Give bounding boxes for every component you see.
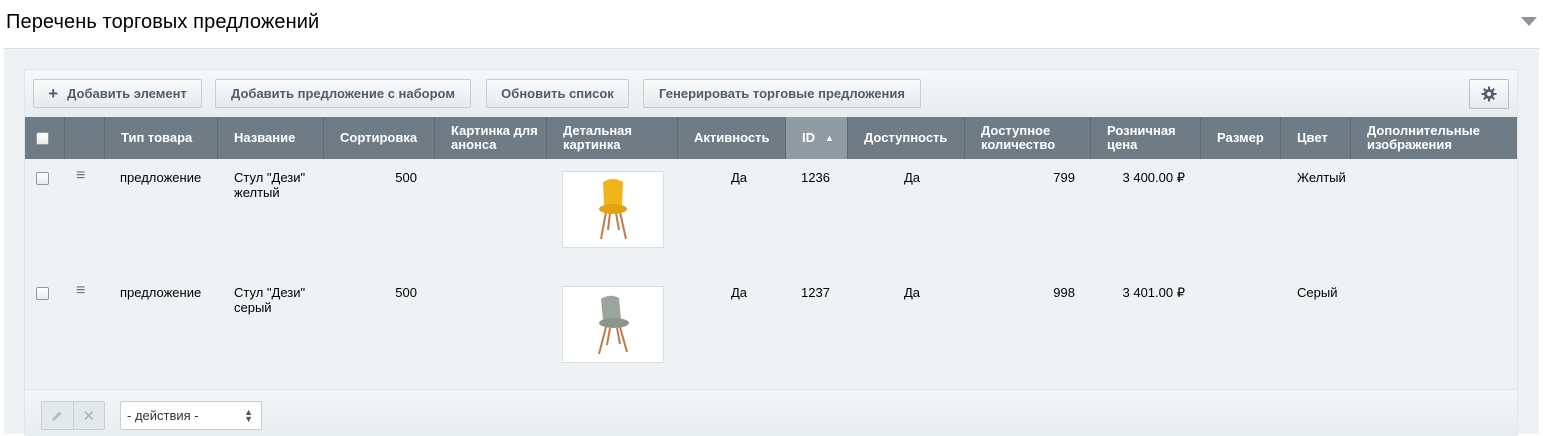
grid-footer: ✕ - действия - ▲ ▼	[25, 389, 1517, 436]
offers-grid: + Добавить элемент Добавить предложение …	[24, 69, 1518, 436]
table-row[interactable]: ≡ предложение Стул "Дези" серый 500 Да 1…	[25, 274, 1517, 389]
cell-quantity: 799	[1053, 170, 1075, 185]
cell-quantity: 998	[1053, 285, 1075, 300]
generate-offers-button[interactable]: Генерировать торговые предложения	[643, 79, 921, 108]
cell-sort: 500	[395, 170, 417, 185]
select-all-cell	[25, 117, 65, 159]
gear-icon	[1481, 86, 1497, 102]
column-header-availability[interactable]: Доступность	[848, 117, 965, 159]
cell-name[interactable]: Стул "Дези" серый	[234, 285, 314, 315]
grid-settings-button[interactable]	[1469, 79, 1509, 109]
add-element-label: Добавить элемент	[67, 86, 187, 101]
column-header-active[interactable]: Активность	[678, 117, 786, 159]
cell-price: 3 401.00 ₽	[1122, 285, 1186, 300]
refresh-list-button[interactable]: Обновить список	[486, 79, 629, 108]
pencil-icon	[52, 411, 62, 421]
column-header-sort[interactable]: Сортировка	[324, 117, 435, 159]
column-header-name[interactable]: Название	[218, 117, 324, 159]
actions-select[interactable]: - действия - ▲ ▼	[120, 401, 262, 430]
column-header-size[interactable]: Размер	[1201, 117, 1281, 159]
cell-active: Да	[731, 170, 748, 185]
group-actions: ✕	[41, 401, 105, 430]
column-header-extra-images[interactable]: Дополнительные изображения	[1351, 117, 1517, 159]
table-row[interactable]: ≡ предложение Стул "Дези" желтый 500 Да …	[25, 159, 1517, 274]
offers-panel: + Добавить элемент Добавить предложение …	[4, 48, 1539, 436]
detail-image-thumbnail[interactable]	[562, 286, 664, 363]
row-checkbox[interactable]	[36, 172, 49, 185]
cell-color: Серый	[1297, 285, 1338, 300]
add-element-button[interactable]: + Добавить элемент	[33, 79, 202, 108]
delete-button[interactable]: ✕	[74, 402, 105, 429]
cell-sort: 500	[395, 285, 417, 300]
collapse-triangle-icon[interactable]	[1521, 17, 1537, 26]
cell-type: предложение	[120, 170, 202, 185]
page-title: Перечень торговых предложений	[6, 11, 320, 33]
column-header-color[interactable]: Цвет	[1281, 117, 1351, 159]
column-header-id[interactable]: ID ▲	[786, 117, 848, 159]
select-all-checkbox[interactable]	[36, 131, 49, 145]
row-checkbox[interactable]	[36, 287, 49, 300]
add-offer-with-set-button[interactable]: Добавить предложение с набором	[215, 79, 471, 108]
drag-column-header	[65, 117, 105, 159]
cell-availability: Да	[904, 170, 921, 185]
edit-button[interactable]	[42, 402, 74, 429]
cell-availability: Да	[904, 285, 921, 300]
close-icon: ✕	[82, 407, 96, 425]
plus-icon: +	[48, 83, 59, 103]
column-header-detail-image[interactable]: Детальная картинка	[547, 117, 678, 159]
detail-image-thumbnail[interactable]	[562, 171, 664, 248]
cell-active: Да	[731, 285, 748, 300]
cell-id: 1236	[801, 170, 830, 185]
column-header-price[interactable]: Розничная цена	[1091, 117, 1201, 159]
row-menu-icon[interactable]: ≡	[76, 168, 85, 184]
cell-id: 1237	[801, 285, 830, 300]
sort-ascending-icon: ▲	[825, 133, 834, 143]
column-header-preview-image[interactable]: Картинка для анонса	[435, 117, 547, 159]
chair-image	[599, 179, 627, 240]
cell-price: 3 400.00 ₽	[1122, 170, 1186, 185]
chair-image	[598, 295, 629, 355]
cell-color: Желтый	[1297, 170, 1346, 185]
cell-type: предложение	[120, 285, 202, 300]
column-header-type[interactable]: Тип товара	[105, 117, 218, 159]
grid-header: Тип товара Название Сортировка Картинка …	[25, 117, 1517, 159]
grid-toolbar: + Добавить элемент Добавить предложение …	[25, 70, 1517, 117]
select-arrows-icon: ▲ ▼	[244, 407, 253, 424]
row-menu-icon[interactable]: ≡	[76, 283, 85, 299]
cell-name[interactable]: Стул "Дези" желтый	[234, 170, 314, 200]
column-header-quantity[interactable]: Доступное количество	[965, 117, 1091, 159]
